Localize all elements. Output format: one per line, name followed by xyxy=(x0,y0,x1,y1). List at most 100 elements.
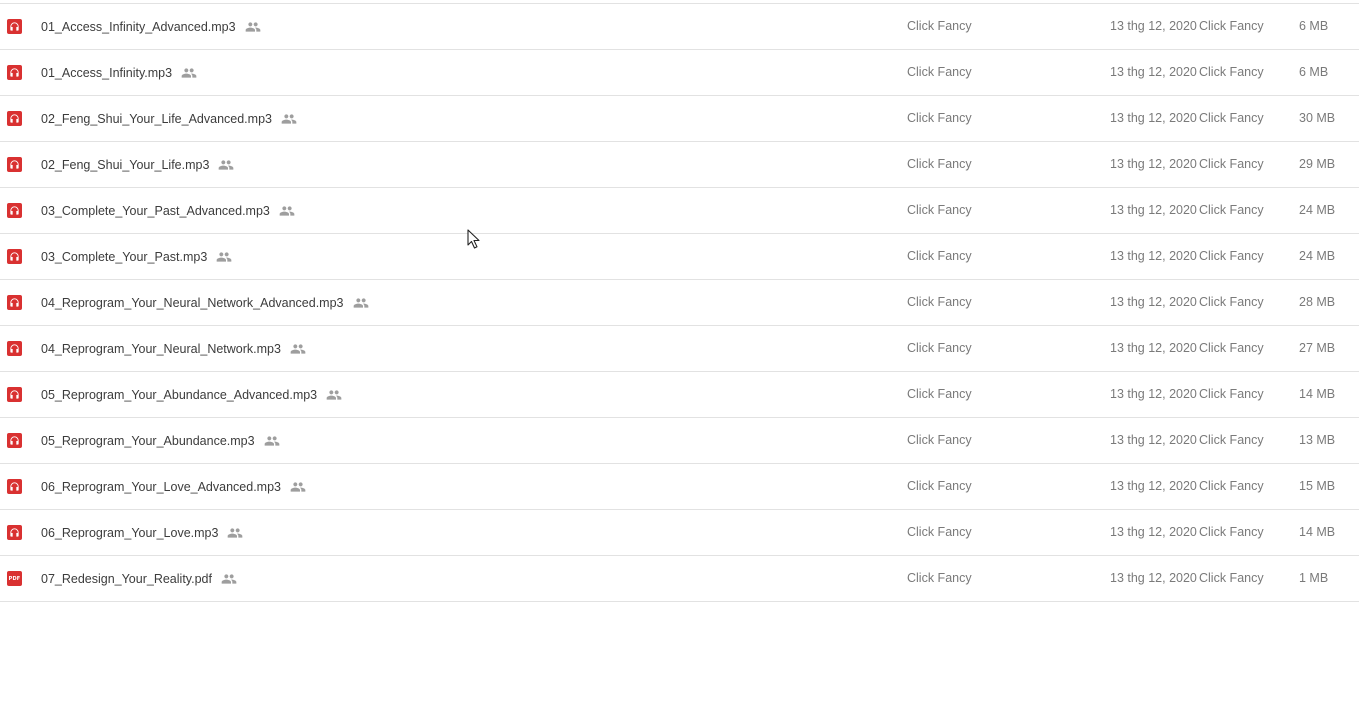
file-row[interactable]: 05_Reprogram_Your_Abundance_Advanced.mp3… xyxy=(0,372,1359,418)
file-name[interactable]: 03_Complete_Your_Past_Advanced.mp3 xyxy=(41,204,270,218)
file-modified-by: Click Fancy xyxy=(1199,65,1264,79)
file-row[interactable]: 04_Reprogram_Your_Neural_Network.mp3 Clic… xyxy=(0,326,1359,372)
pdf-icon-label: PDF xyxy=(8,575,21,582)
file-size: 15 MB xyxy=(1299,479,1336,493)
file-row[interactable]: 02_Feng_Shui_Your_Life.mp3 Click Fancy 13 … xyxy=(0,142,1359,188)
file-modified-by: Click Fancy xyxy=(1199,111,1264,125)
file-modified-by: Click Fancy xyxy=(1199,295,1264,309)
file-row[interactable]: 02_Feng_Shui_Your_Life_Advanced.mp3 Click… xyxy=(0,96,1359,142)
file-size: 13 MB xyxy=(1299,433,1336,447)
file-size: 29 MB xyxy=(1299,157,1336,171)
file-name[interactable]: 02_Feng_Shui_Your_Life_Advanced.mp3 xyxy=(41,112,272,126)
file-name-cell: 04_Reprogram_Your_Neural_Network.mp3 xyxy=(41,326,306,371)
file-row[interactable]: 03_Complete_Your_Past.mp3 Click Fancy 13 t… xyxy=(0,234,1359,280)
people-icon xyxy=(290,341,306,357)
file-name[interactable]: 04_Reprogram_Your_Neural_Network_Advance… xyxy=(41,296,344,310)
file-list: 01_Access_Infinity_Advanced.mp3 Click Fan… xyxy=(0,3,1359,602)
headphones-icon xyxy=(7,341,22,356)
file-modified-date: 13 thg 12, 2020 xyxy=(1110,19,1197,33)
file-modified-by: Click Fancy xyxy=(1199,249,1264,263)
file-modified-date: 13 thg 12, 2020 xyxy=(1110,387,1197,401)
headphones-icon xyxy=(7,525,22,540)
file-owner: Click Fancy xyxy=(907,249,972,263)
file-modified-by: Click Fancy xyxy=(1199,203,1264,217)
headphones-icon xyxy=(7,157,22,172)
file-modified-by: Click Fancy xyxy=(1199,387,1264,401)
file-name-cell: 03_Complete_Your_Past.mp3 xyxy=(41,234,232,279)
people-icon xyxy=(245,19,261,35)
file-owner: Click Fancy xyxy=(907,203,972,217)
file-owner: Click Fancy xyxy=(907,387,972,401)
file-owner: Click Fancy xyxy=(907,19,972,33)
file-modified-date: 13 thg 12, 2020 xyxy=(1110,525,1197,539)
file-name-cell: 02_Feng_Shui_Your_Life_Advanced.mp3 xyxy=(41,96,297,141)
file-row[interactable]: 01_Access_Infinity_Advanced.mp3 Click Fan… xyxy=(0,4,1359,50)
people-icon xyxy=(264,433,280,449)
file-modified-date: 13 thg 12, 2020 xyxy=(1110,65,1197,79)
file-name[interactable]: 07_Redesign_Your_Reality.pdf xyxy=(41,572,212,586)
file-size: 30 MB xyxy=(1299,111,1336,125)
pdf-icon: PDF xyxy=(7,571,22,586)
people-icon xyxy=(216,249,232,265)
file-modified-by: Click Fancy xyxy=(1199,479,1264,493)
file-owner: Click Fancy xyxy=(907,295,972,309)
file-size: 27 MB xyxy=(1299,341,1336,355)
file-modified-date: 13 thg 12, 2020 xyxy=(1110,249,1197,263)
file-name-cell: 04_Reprogram_Your_Neural_Network_Advance… xyxy=(41,280,369,325)
file-modified-by: Click Fancy xyxy=(1199,157,1264,171)
file-name[interactable]: 04_Reprogram_Your_Neural_Network.mp3 xyxy=(41,342,281,356)
file-row[interactable]: 03_Complete_Your_Past_Advanced.mp3 Click … xyxy=(0,188,1359,234)
people-icon xyxy=(281,111,297,127)
file-row[interactable]: 04_Reprogram_Your_Neural_Network_Advance… xyxy=(0,280,1359,326)
headphones-icon xyxy=(7,479,22,494)
file-modified-by: Click Fancy xyxy=(1199,571,1264,585)
people-icon xyxy=(326,387,342,403)
file-name[interactable]: 01_Access_Infinity_Advanced.mp3 xyxy=(41,20,236,34)
headphones-icon xyxy=(7,111,22,126)
file-row[interactable]: 06_Reprogram_Your_Love_Advanced.mp3 Click… xyxy=(0,464,1359,510)
headphones-icon xyxy=(7,249,22,264)
file-size: 6 MB xyxy=(1299,19,1329,33)
file-name-cell: 05_Reprogram_Your_Abundance_Advanced.mp3 xyxy=(41,372,342,417)
file-row[interactable]: 06_Reprogram_Your_Love.mp3 Click Fancy 13 … xyxy=(0,510,1359,556)
file-size: 24 MB xyxy=(1299,249,1336,263)
headphones-icon xyxy=(7,433,22,448)
file-owner: Click Fancy xyxy=(907,525,972,539)
file-owner: Click Fancy xyxy=(907,571,972,585)
file-name-cell: 06_Reprogram_Your_Love_Advanced.mp3 xyxy=(41,464,306,509)
headphones-icon xyxy=(7,19,22,34)
file-owner: Click Fancy xyxy=(907,341,972,355)
file-name[interactable]: 03_Complete_Your_Past.mp3 xyxy=(41,250,207,264)
file-modified-date: 13 thg 12, 2020 xyxy=(1110,203,1197,217)
file-name-cell: 07_Redesign_Your_Reality.pdf xyxy=(41,556,237,601)
file-owner: Click Fancy xyxy=(907,157,972,171)
file-size: 28 MB xyxy=(1299,295,1336,309)
people-icon xyxy=(353,295,369,311)
file-size: 6 MB xyxy=(1299,65,1329,79)
file-owner: Click Fancy xyxy=(907,433,972,447)
file-owner: Click Fancy xyxy=(907,65,972,79)
file-modified-by: Click Fancy xyxy=(1199,525,1264,539)
people-icon xyxy=(181,65,197,81)
file-row[interactable]: 05_Reprogram_Your_Abundance.mp3 Click Fan… xyxy=(0,418,1359,464)
file-name[interactable]: 01_Access_Infinity.mp3 xyxy=(41,66,172,80)
headphones-icon xyxy=(7,387,22,402)
headphones-icon xyxy=(7,203,22,218)
file-row[interactable]: PDF 07_Redesign_Your_Reality.pdf Click Fan… xyxy=(0,556,1359,602)
file-modified-date: 13 thg 12, 2020 xyxy=(1110,157,1197,171)
file-modified-date: 13 thg 12, 2020 xyxy=(1110,111,1197,125)
file-name[interactable]: 02_Feng_Shui_Your_Life.mp3 xyxy=(41,158,209,172)
file-name[interactable]: 06_Reprogram_Your_Love.mp3 xyxy=(41,526,218,540)
people-icon xyxy=(221,571,237,587)
file-owner: Click Fancy xyxy=(907,111,972,125)
file-name-cell: 01_Access_Infinity_Advanced.mp3 xyxy=(41,4,261,49)
file-name[interactable]: 05_Reprogram_Your_Abundance_Advanced.mp3 xyxy=(41,388,317,402)
file-name[interactable]: 05_Reprogram_Your_Abundance.mp3 xyxy=(41,434,255,448)
file-name-cell: 03_Complete_Your_Past_Advanced.mp3 xyxy=(41,188,295,233)
file-row[interactable]: 01_Access_Infinity.mp3 Click Fancy 13 thg … xyxy=(0,50,1359,96)
people-icon xyxy=(227,525,243,541)
file-size: 1 MB xyxy=(1299,571,1329,585)
file-name[interactable]: 06_Reprogram_Your_Love_Advanced.mp3 xyxy=(41,480,281,494)
file-modified-date: 13 thg 12, 2020 xyxy=(1110,479,1197,493)
file-modified-date: 13 thg 12, 2020 xyxy=(1110,571,1197,585)
